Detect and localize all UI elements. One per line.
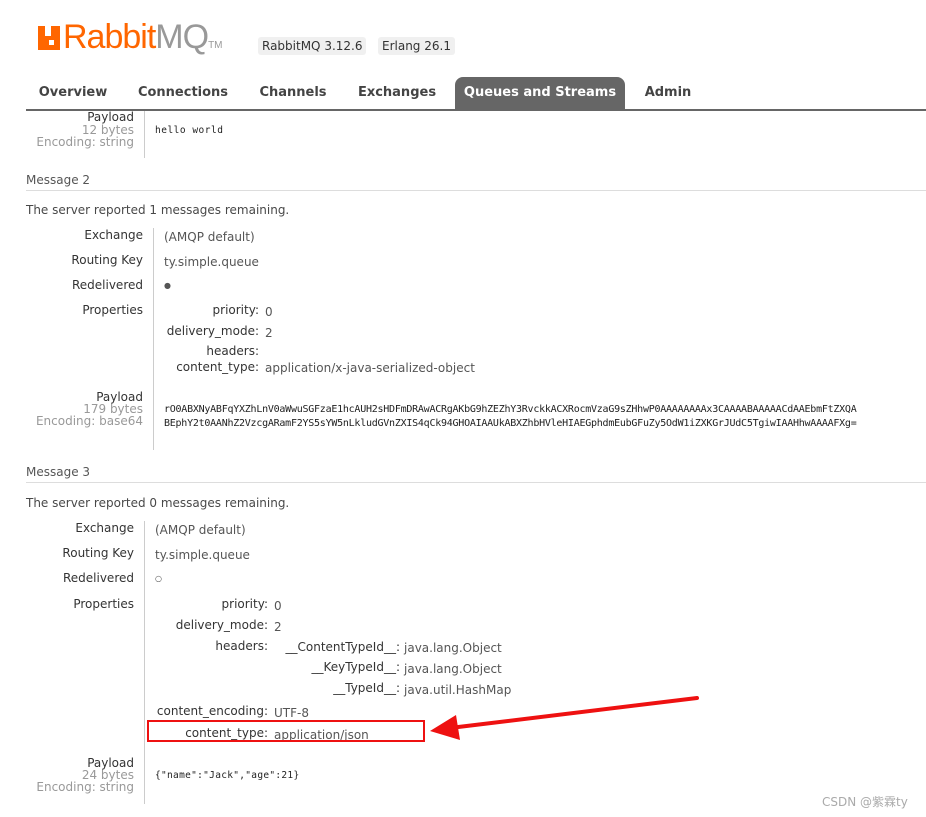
watermark: CSDN @紫霖ty <box>822 795 908 809</box>
annotation-arrow-icon <box>430 696 699 740</box>
